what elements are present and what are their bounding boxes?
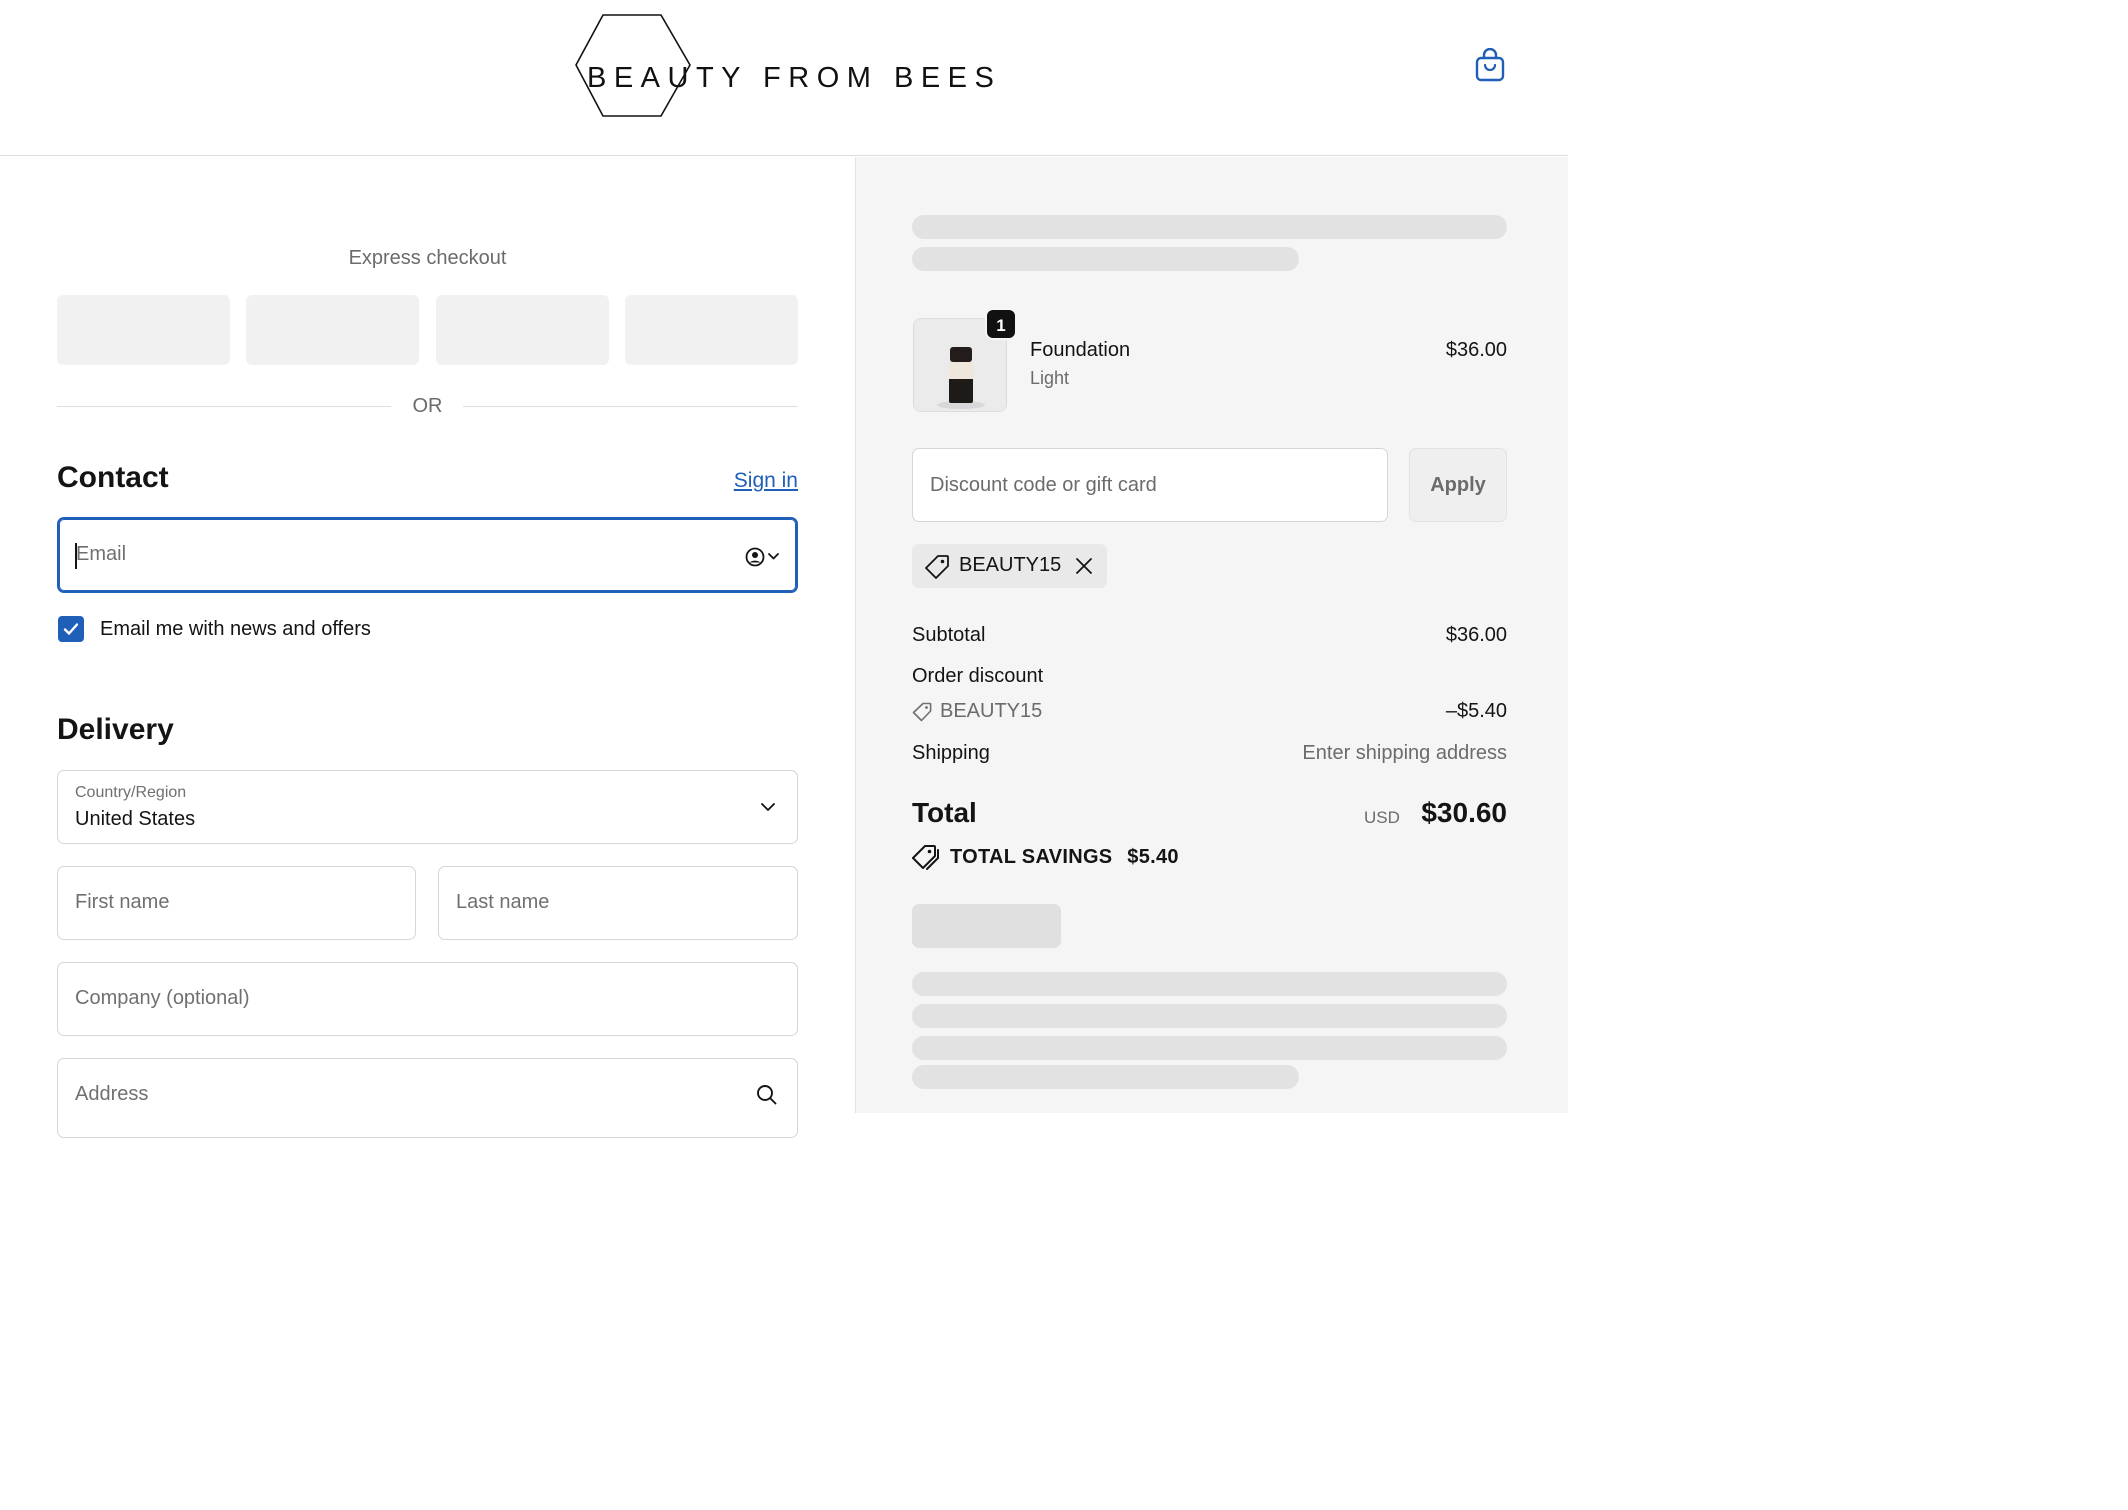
total-savings-value: $5.40 — [1127, 846, 1179, 868]
last-name-field[interactable]: Last name — [438, 866, 798, 940]
header: BEAUTY FROM BEES — [0, 0, 1568, 156]
shipping-value: Enter shipping address — [1302, 742, 1507, 764]
country-select[interactable]: Country/Region United States — [57, 770, 798, 844]
country-value: United States — [75, 808, 196, 830]
total-label: Total — [912, 797, 977, 828]
email-field[interactable]: Email — [57, 517, 798, 593]
sign-in-link[interactable]: Sign in — [700, 469, 798, 493]
address-placeholder: Address — [75, 1083, 149, 1105]
loading-placeholder — [912, 1004, 1507, 1028]
search-icon[interactable] — [755, 1083, 779, 1107]
discount-code-input[interactable]: Discount code or gift card — [912, 448, 1388, 522]
quantity-badge: 1 — [985, 308, 1017, 340]
chevron-down-icon — [759, 800, 777, 814]
loading-placeholder — [912, 1065, 1299, 1089]
express-pay-button-3[interactable] — [436, 295, 609, 365]
applied-discount-chip: BEAUTY15 — [912, 544, 1107, 588]
company-placeholder: Company (optional) — [75, 987, 250, 1009]
order-discount-value: –$5.40 — [1445, 700, 1507, 722]
brand-name: BEAUTY FROM BEES — [587, 62, 1002, 94]
product-price: $36.00 — [1445, 339, 1507, 361]
express-checkout-title: Express checkout — [348, 247, 507, 269]
first-name-field[interactable]: First name — [57, 866, 416, 940]
delivery-title: Delivery — [57, 713, 174, 746]
loading-placeholder — [912, 972, 1507, 996]
total-savings-label: TOTAL SAVINGS — [950, 846, 1113, 868]
subtotal-label: Subtotal — [912, 624, 986, 646]
savings-tag-icon — [912, 844, 940, 870]
newsletter-checkbox[interactable] — [58, 616, 84, 642]
loading-placeholder — [912, 215, 1507, 239]
order-discount-code: BEAUTY15 — [940, 700, 1043, 722]
tag-icon — [924, 554, 950, 580]
brand-logo[interactable]: BEAUTY FROM BEES — [575, 14, 995, 118]
checkout-form-column: Express checkout OR Contact Sign in Emai… — [0, 157, 855, 1138]
country-label: Country/Region — [75, 784, 187, 801]
remove-code-close-icon[interactable] — [1074, 556, 1094, 576]
company-field[interactable]: Company (optional) — [57, 962, 798, 1036]
apply-discount-button[interactable]: Apply — [1409, 448, 1507, 522]
total-value: $30.60 — [1421, 797, 1507, 828]
first-name-placeholder: First name — [75, 891, 170, 913]
tag-icon — [912, 702, 932, 722]
checkmark-icon — [63, 623, 79, 635]
subtotal-value: $36.00 — [1445, 624, 1507, 646]
applied-code-text: BEAUTY15 — [959, 554, 1062, 576]
shipping-label: Shipping — [912, 742, 990, 764]
discount-placeholder: Discount code or gift card — [930, 474, 1157, 496]
product-variant: Light — [1030, 368, 1070, 388]
loading-placeholder — [912, 904, 1061, 948]
address-field[interactable]: Address — [57, 1058, 798, 1138]
account-chooser-icon[interactable] — [745, 546, 781, 568]
express-pay-button-1[interactable] — [57, 295, 230, 365]
or-divider: OR — [57, 393, 798, 421]
order-discount-label: Order discount — [912, 665, 1044, 687]
contact-title: Contact — [57, 461, 169, 494]
or-label: OR — [412, 395, 443, 417]
email-placeholder: Email — [76, 543, 127, 565]
newsletter-label: Email me with news and offers — [100, 618, 371, 640]
shopping-bag-icon[interactable] — [1474, 47, 1506, 82]
order-summary-panel: 1 Foundation Light $36.00 Discount code … — [855, 157, 1568, 1113]
last-name-placeholder: Last name — [456, 891, 550, 913]
express-pay-button-4[interactable] — [625, 295, 798, 365]
product-name: Foundation — [1030, 339, 1131, 361]
total-currency: USD — [1364, 808, 1400, 827]
loading-placeholder — [912, 1036, 1507, 1060]
total-savings: TOTAL SAVINGS $5.40 — [950, 846, 1179, 869]
express-pay-button-2[interactable] — [246, 295, 419, 365]
loading-placeholder — [912, 247, 1299, 271]
